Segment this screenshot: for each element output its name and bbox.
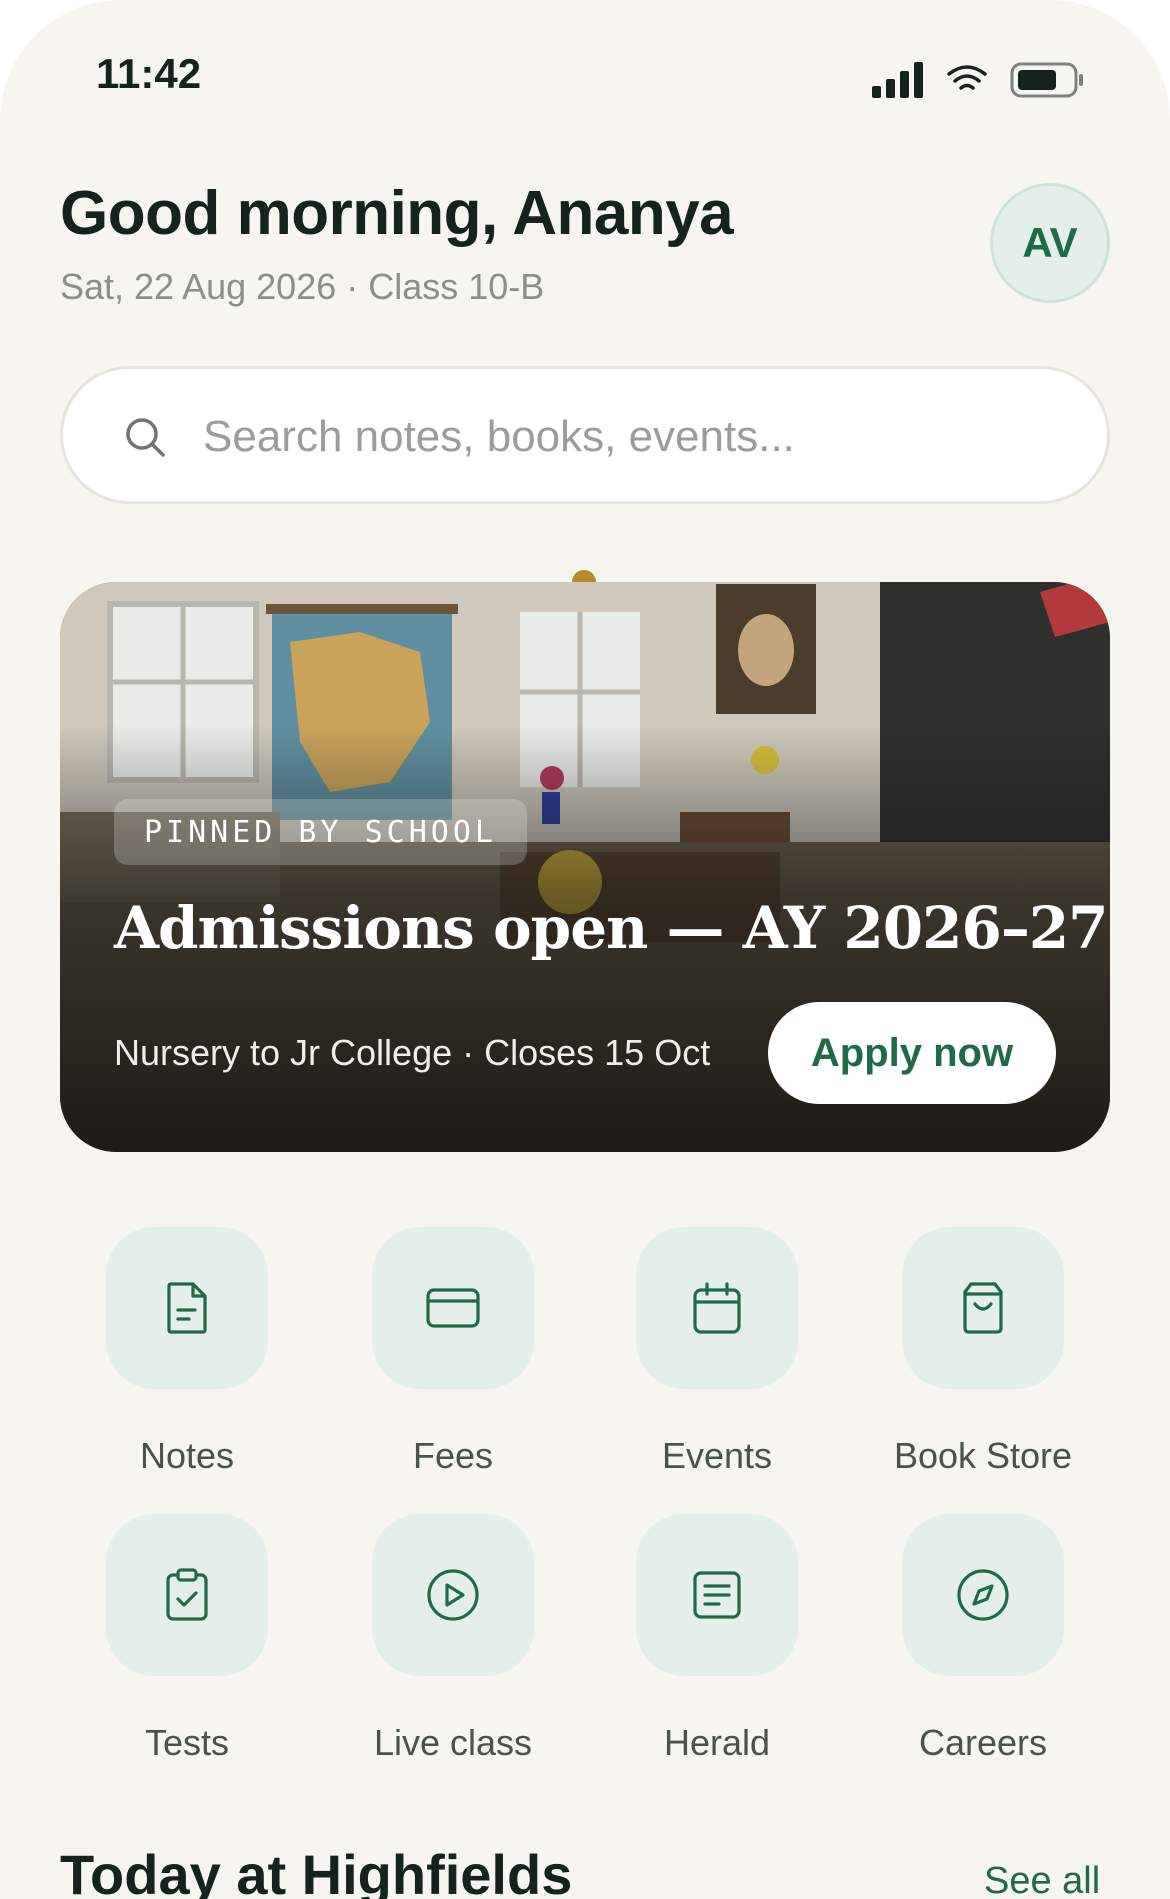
avatar-initials: AV	[1022, 219, 1078, 266]
quick-action-label: Book Store	[893, 1435, 1073, 1476]
card-icon	[426, 1288, 480, 1328]
compass-icon	[957, 1569, 1009, 1621]
quick-action-label: Live class	[373, 1722, 533, 1763]
quick-action-notes-tile[interactable]	[106, 1227, 268, 1389]
search-bar[interactable]	[60, 366, 1110, 504]
quick-action-label: Fees	[412, 1435, 494, 1476]
search-icon	[126, 418, 165, 457]
status-icons	[872, 58, 1086, 102]
quick-action-live-class-tile[interactable]	[372, 1514, 534, 1676]
document-icon	[167, 1282, 207, 1334]
app-screen: 11:42 Good morning, Ananya Sat, 22 Aug 2…	[0, 0, 1170, 1899]
quick-action-tests-tile[interactable]	[106, 1514, 268, 1676]
play-circle-icon	[427, 1569, 479, 1621]
hero-title: Admissions open — AY 2026–27	[114, 894, 1109, 962]
see-all-link[interactable]: See all	[984, 1860, 1100, 1899]
shopping-bag-icon	[963, 1282, 1003, 1334]
quick-action-label: Careers	[918, 1722, 1048, 1763]
quick-action-label: Tests	[144, 1722, 230, 1763]
avatar[interactable]: AV	[990, 183, 1110, 303]
greeting-subtitle: Sat, 22 Aug 2026 · Class 10-B	[60, 266, 545, 307]
pinned-badge: PINNED BY SCHOOL	[114, 799, 527, 865]
admissions-hero-card[interactable]: PINNED BY SCHOOL Admissions open — AY 20…	[60, 582, 1110, 1152]
clipboard-check-icon	[166, 1568, 208, 1621]
apply-now-button[interactable]: Apply now	[768, 1002, 1056, 1104]
wifi-icon	[947, 65, 987, 90]
battery-icon	[1010, 62, 1083, 98]
quick-action-fees-tile[interactable]	[372, 1227, 534, 1389]
quick-action-label: Events	[661, 1435, 773, 1476]
today-section-title: Today at Highfields	[60, 1843, 573, 1899]
search-input[interactable]	[203, 399, 1063, 475]
quick-action-herald-tile[interactable]	[636, 1514, 798, 1676]
quick-action-label: Notes	[139, 1435, 235, 1476]
quick-action-book-store-tile[interactable]	[902, 1227, 1064, 1389]
quick-action-events-tile[interactable]	[636, 1227, 798, 1389]
quick-action-careers-tile[interactable]	[902, 1514, 1064, 1676]
greeting-title: Good morning, Ananya	[60, 179, 734, 248]
hero-subtitle: Nursery to Jr College · Closes 15 Oct	[114, 1032, 711, 1073]
calendar-icon	[693, 1282, 741, 1334]
quick-action-label: Herald	[663, 1722, 771, 1763]
status-time: 11:42	[96, 50, 202, 97]
newspaper-icon	[693, 1571, 741, 1619]
signal-icon	[872, 62, 923, 98]
